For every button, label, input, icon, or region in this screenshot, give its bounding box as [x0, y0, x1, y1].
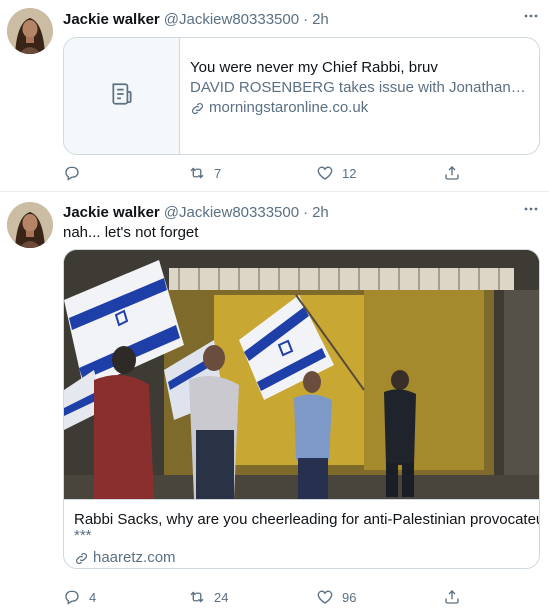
tweet-header: Jackie walker @Jackiew80333500 · 2h: [63, 9, 537, 29]
heart-icon: [317, 590, 333, 604]
avatar[interactable]: [7, 8, 53, 54]
author-name[interactable]: Jackie walker: [63, 11, 160, 28]
link-card[interactable]: Rabbi Sacks, why are you cheerleading fo…: [63, 249, 540, 569]
tweet[interactable]: Jackie walker @Jackiew80333500 · 2h You …: [0, 0, 549, 192]
timestamp[interactable]: 2h: [312, 11, 329, 28]
author-name[interactable]: Jackie walker: [63, 204, 160, 221]
like-count: 96: [342, 589, 357, 605]
avatar[interactable]: [7, 202, 53, 248]
article-icon: [109, 81, 135, 111]
like-button[interactable]: 96: [316, 587, 356, 607]
reply-icon: [65, 166, 79, 181]
tweet-actions: 7 12: [63, 163, 483, 183]
tweet-text: nah... let's not forget: [63, 224, 199, 241]
share-button[interactable]: [443, 163, 461, 183]
separator: ·: [303, 203, 309, 221]
card-thumbnail: [64, 38, 180, 154]
more-horizontal-icon[interactable]: [523, 8, 539, 24]
retweet-icon: [190, 591, 204, 603]
link-icon: [76, 552, 87, 564]
card-title: Rabbi Sacks, why are you cheerleading fo…: [74, 511, 540, 528]
retweet-count: 7: [214, 165, 222, 181]
author-handle[interactable]: @Jackiew80333500: [164, 204, 299, 221]
author-handle[interactable]: @Jackiew80333500: [164, 11, 299, 28]
share-button[interactable]: [443, 587, 461, 607]
share-icon: [445, 166, 459, 180]
retweet-count: 24: [214, 589, 229, 605]
retweet-button[interactable]: 24: [188, 587, 228, 607]
retweet-icon: [190, 167, 204, 179]
share-icon: [445, 590, 459, 604]
like-count: 12: [342, 165, 357, 181]
tweet[interactable]: Jackie walker @Jackiew80333500 · 2h nah.…: [0, 193, 549, 608]
card-title: You were never my Chief Rabbi, bruv: [190, 59, 438, 76]
card-image: [64, 250, 539, 499]
card-domain-text: morningstaronline.co.uk: [209, 99, 369, 116]
retweet-button[interactable]: 7: [188, 163, 221, 183]
like-button[interactable]: 12: [316, 163, 356, 183]
card-domain-text: haaretz.com: [93, 549, 176, 566]
heart-icon: [317, 166, 333, 180]
more-horizontal-icon[interactable]: [523, 201, 539, 217]
tweet-header: Jackie walker @Jackiew80333500 · 2h: [63, 202, 537, 222]
card-info: You were never my Chief Rabbi, bruv DAVI…: [180, 38, 539, 154]
link-card[interactable]: You were never my Chief Rabbi, bruv DAVI…: [63, 37, 540, 155]
reply-button[interactable]: [63, 163, 89, 183]
card-domain: morningstaronline.co.uk: [190, 98, 529, 118]
reply-icon: [65, 590, 79, 605]
card-domain: haaretz.com: [74, 548, 529, 568]
reply-count: 4: [89, 589, 97, 605]
reply-button[interactable]: 4: [63, 587, 96, 607]
link-icon: [192, 102, 203, 114]
tweet-actions: 4 24 96: [63, 587, 483, 607]
timestamp[interactable]: 2h: [312, 204, 329, 221]
card-description: DAVID ROSENBERG takes issue with Jonatha…: [190, 79, 529, 96]
card-description: ***: [74, 527, 92, 544]
card-info: Rabbi Sacks, why are you cheerleading fo…: [64, 499, 540, 568]
separator: ·: [303, 10, 309, 28]
